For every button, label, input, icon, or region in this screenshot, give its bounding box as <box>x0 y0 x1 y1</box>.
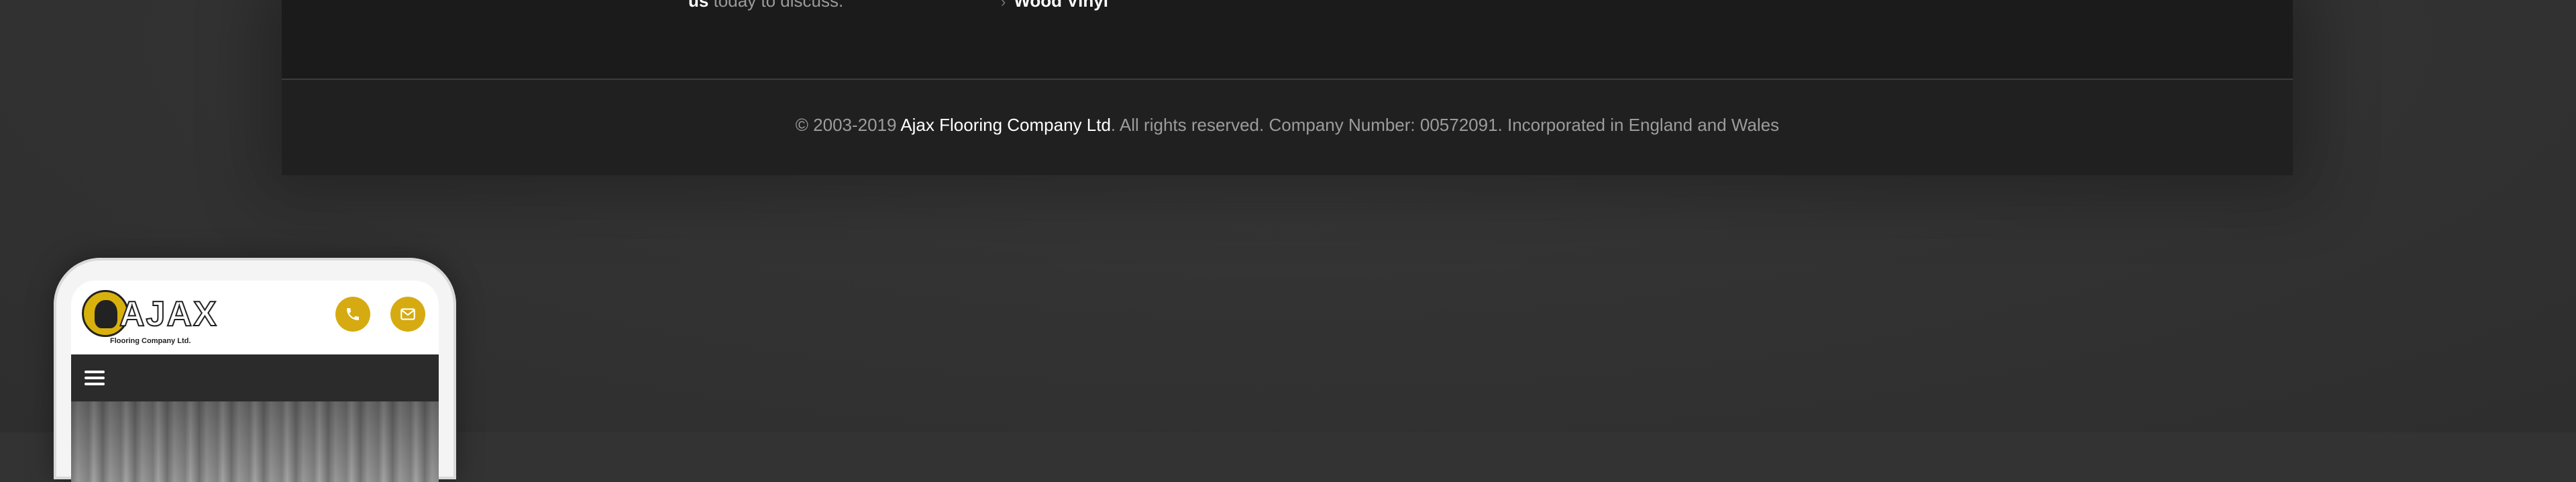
call-button[interactable] <box>335 297 370 332</box>
envelope-icon <box>400 308 415 320</box>
phone-icon <box>347 308 359 320</box>
footer-contact-text: us today to discuss. <box>688 0 843 11</box>
footer-contact-strong: us <box>688 0 709 11</box>
copyright-prefix: © 2003-2019 <box>795 115 901 135</box>
site-footer: us today to discuss. › Wood Vinyl © 2003-… <box>282 0 2293 175</box>
mobile-screen: AJAX Flooring Company Ltd. <box>71 281 439 482</box>
footer-bottom-bar: © 2003-2019 Ajax Flooring Company Ltd. A… <box>282 80 2293 175</box>
footer-contact-rest: today to discuss. <box>708 0 844 11</box>
mobile-hero-image <box>71 401 439 482</box>
copyright-suffix: . All rights reserved. Company Number: 0… <box>1110 115 1780 135</box>
mobile-nav-bar <box>71 354 439 401</box>
footer-link-label: Wood Vinyl <box>1014 0 1108 11</box>
hamburger-menu-icon[interactable] <box>85 371 105 385</box>
chevron-right-icon: › <box>1001 0 1006 10</box>
email-button[interactable] <box>390 297 425 332</box>
footer-top-section: us today to discuss. › Wood Vinyl <box>282 0 2293 80</box>
logo-subtext: Flooring Company Ltd. <box>110 337 191 345</box>
mobile-header: AJAX Flooring Company Ltd. <box>71 281 439 354</box>
mobile-device-mockup: AJAX Flooring Company Ltd. <box>54 258 456 482</box>
ajax-logo[interactable]: AJAX Flooring Company Ltd. <box>82 287 217 352</box>
footer-link-wood-vinyl[interactable]: › Wood Vinyl <box>1001 0 1108 11</box>
company-name-link[interactable]: Ajax Flooring Company Ltd <box>900 115 1111 135</box>
copyright-text: © 2003-2019 Ajax Flooring Company Ltd. A… <box>282 115 2293 136</box>
logo-wordmark: AJAX <box>119 295 218 334</box>
